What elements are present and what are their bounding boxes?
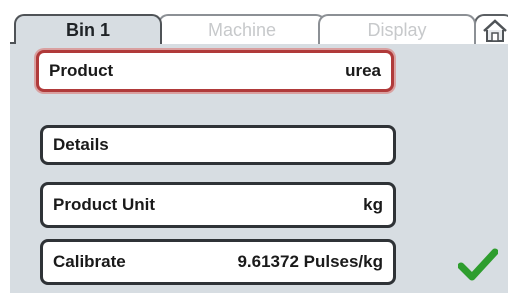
calibrate-value: 9.61372 Pulses/kg	[237, 252, 383, 271]
details-label: Details	[53, 135, 109, 154]
confirm-button[interactable]	[457, 248, 499, 282]
tab-home[interactable]	[474, 14, 508, 44]
tab-bar: Bin 1 Machine Display	[8, 14, 508, 46]
product-unit-row[interactable]: Product Unit kg	[40, 182, 396, 228]
product-row[interactable]: Product urea	[36, 50, 394, 92]
settings-screen: Bin 1 Machine Display Product urea Detai…	[0, 0, 508, 293]
tab-machine[interactable]: Machine	[158, 14, 326, 44]
product-unit-value: kg	[363, 195, 383, 214]
calibrate-label: Calibrate	[53, 252, 126, 271]
product-unit-label: Product Unit	[53, 195, 155, 214]
calibrate-row[interactable]: Calibrate 9.61372 Pulses/kg	[40, 239, 396, 285]
home-icon	[483, 19, 507, 42]
tab-display[interactable]: Display	[318, 14, 476, 44]
product-label: Product	[49, 61, 114, 80]
product-value: urea	[345, 61, 381, 80]
checkmark-icon	[457, 248, 499, 281]
details-row[interactable]: Details	[40, 125, 396, 165]
tab-bin-1[interactable]: Bin 1	[14, 14, 162, 44]
